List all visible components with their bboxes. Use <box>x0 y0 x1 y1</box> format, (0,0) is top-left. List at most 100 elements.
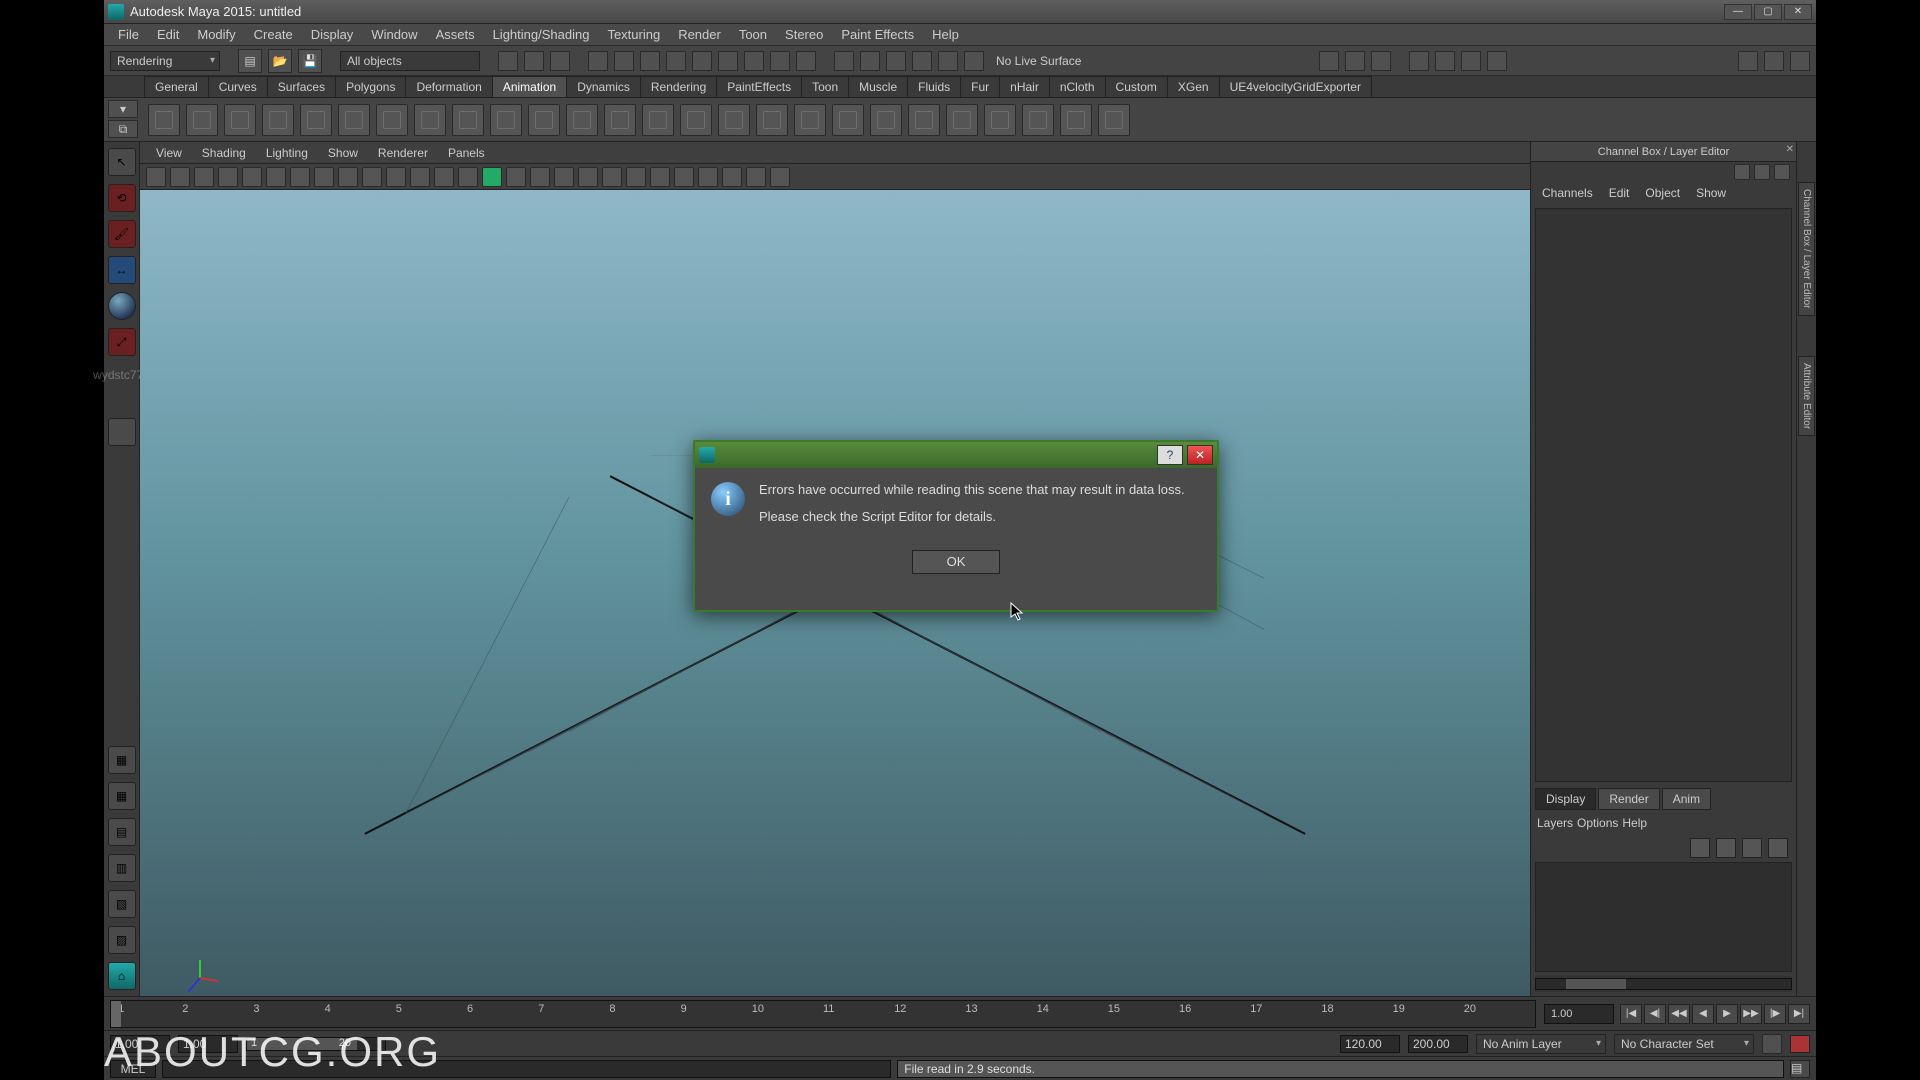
mask-2-icon[interactable] <box>614 51 634 71</box>
save-scene-icon[interactable]: 💾 <box>298 49 322 73</box>
history-off-icon[interactable] <box>1345 51 1365 71</box>
shelf-icon[interactable] <box>338 104 370 136</box>
panel-icon[interactable] <box>170 167 190 187</box>
shelf-icon[interactable] <box>566 104 598 136</box>
panel-menu-lighting[interactable]: Lighting <box>258 144 316 162</box>
panel-menu-shading[interactable]: Shading <box>194 144 254 162</box>
cb-icon[interactable] <box>1734 164 1750 180</box>
shelf-icon[interactable] <box>414 104 446 136</box>
current-time-marker[interactable] <box>111 1001 121 1027</box>
shelf-icon[interactable] <box>794 104 826 136</box>
mask-5-icon[interactable] <box>692 51 712 71</box>
side-tab-channelbox[interactable]: Channel Box / Layer Editor <box>1798 182 1815 316</box>
menu-display[interactable]: Display <box>303 25 362 44</box>
shelf-tab-surfaces[interactable]: Surfaces <box>267 76 336 97</box>
selection-mask-field[interactable]: All objects <box>340 51 480 71</box>
shelf-tab-toon[interactable]: Toon <box>801 76 849 97</box>
shelf-tab-curves[interactable]: Curves <box>208 76 268 97</box>
layer-tab-render[interactable]: Render <box>1598 788 1659 810</box>
modeling-toolkit-icon[interactable] <box>1764 51 1784 71</box>
cb-menu-edit[interactable]: Edit <box>1602 184 1637 202</box>
layer-new-selected-icon[interactable] <box>1716 838 1736 858</box>
account-icon[interactable] <box>1738 51 1758 71</box>
panel-icon[interactable] <box>506 167 526 187</box>
layer-menu-options[interactable]: Options <box>1577 816 1618 830</box>
shelf-tab-animation[interactable]: Animation <box>492 76 567 97</box>
shelf-tab-polygons[interactable]: Polygons <box>335 76 406 97</box>
shelf-icon[interactable] <box>1022 104 1054 136</box>
layer-menu-help[interactable]: Help <box>1622 816 1647 830</box>
shelf-tab-fluids[interactable]: Fluids <box>907 76 961 97</box>
panel-menu-renderer[interactable]: Renderer <box>370 144 436 162</box>
menu-help[interactable]: Help <box>924 25 967 44</box>
snap-live-icon[interactable] <box>938 51 958 71</box>
panel-icon[interactable] <box>434 167 454 187</box>
cb-icon[interactable] <box>1754 164 1770 180</box>
select-tool-icon[interactable]: ↖ <box>108 148 136 176</box>
last-tool-icon[interactable] <box>108 418 136 446</box>
shelf-editor-icon[interactable]: ⧉ <box>108 120 138 138</box>
script-editor-icon[interactable]: ▤ <box>1790 1060 1810 1078</box>
menu-paint-effects[interactable]: Paint Effects <box>833 25 922 44</box>
menu-stereo[interactable]: Stereo <box>777 25 831 44</box>
shelf-icon[interactable] <box>186 104 218 136</box>
maximize-button[interactable]: ▢ <box>1754 4 1782 20</box>
shelf-icon[interactable] <box>870 104 902 136</box>
shelf-icon[interactable] <box>984 104 1016 136</box>
play-forward-icon[interactable]: ▶ <box>1716 1004 1738 1024</box>
step-back-key-icon[interactable]: ◀| <box>1644 1004 1666 1024</box>
range-end-outer[interactable]: 200.00 <box>1408 1035 1468 1053</box>
shelf-icon[interactable] <box>1060 104 1092 136</box>
snap-curve-icon[interactable] <box>860 51 880 71</box>
menu-toon[interactable]: Toon <box>731 25 775 44</box>
shelf-tab-painteffects[interactable]: PaintEffects <box>716 76 802 97</box>
hypershade-icon[interactable] <box>1461 51 1481 71</box>
step-forward-key-icon[interactable]: |▶ <box>1764 1004 1786 1024</box>
panel-icon[interactable] <box>722 167 742 187</box>
shelf-icon[interactable] <box>604 104 636 136</box>
layer-list[interactable] <box>1535 862 1792 972</box>
panel-icon[interactable] <box>266 167 286 187</box>
layer-new-empty-icon[interactable] <box>1690 838 1710 858</box>
shelf-tab-muscle[interactable]: Muscle <box>848 76 908 97</box>
maya-home-icon[interactable]: ⌂ <box>108 962 136 990</box>
shelf-tab-fur[interactable]: Fur <box>960 76 1000 97</box>
menu-edit[interactable]: Edit <box>149 25 187 44</box>
panel-icon[interactable] <box>674 167 694 187</box>
shelf-tab-xgen[interactable]: XGen <box>1167 76 1220 97</box>
side-tab-attribute-editor[interactable]: Attribute Editor <box>1798 356 1815 436</box>
layout-single-icon[interactable]: ▦ <box>108 746 136 774</box>
dialog-ok-button[interactable]: OK <box>912 550 1000 574</box>
shelf-tab-nhair[interactable]: nHair <box>999 76 1050 97</box>
mask-7-icon[interactable] <box>744 51 764 71</box>
shelf-icon[interactable] <box>642 104 674 136</box>
layout-persp-graph-icon[interactable]: ▧ <box>108 890 136 918</box>
render-frame-icon[interactable] <box>1371 51 1391 71</box>
sel-hierarchy-icon[interactable] <box>498 51 518 71</box>
shelf-icon[interactable] <box>756 104 788 136</box>
shelf-tab-custom[interactable]: Custom <box>1105 76 1168 97</box>
autokey-toggle-icon[interactable] <box>1762 1034 1782 1054</box>
panel-icon[interactable] <box>338 167 358 187</box>
make-live-icon[interactable] <box>964 51 984 71</box>
panel-icon[interactable] <box>554 167 574 187</box>
step-back-icon[interactable]: ◀◀ <box>1668 1004 1690 1024</box>
shelf-icon[interactable] <box>224 104 256 136</box>
sel-object-icon[interactable] <box>524 51 544 71</box>
anim-layer-dropdown[interactable]: No Anim Layer <box>1476 1034 1606 1054</box>
time-slider[interactable]: 1 2 3 4 5 6 7 8 9 10 11 12 13 14 15 16 1… <box>104 996 1816 1030</box>
shelf-icon[interactable] <box>1098 104 1130 136</box>
ipr-render-icon[interactable] <box>1409 51 1429 71</box>
range-end-inner[interactable]: 120.00 <box>1340 1035 1400 1053</box>
shelf-tab-general[interactable]: General <box>144 76 209 97</box>
panel-icon[interactable] <box>386 167 406 187</box>
cb-menu-show[interactable]: Show <box>1689 184 1733 202</box>
panel-icon[interactable] <box>458 167 478 187</box>
panel-icon[interactable] <box>410 167 430 187</box>
cb-menu-object[interactable]: Object <box>1638 184 1687 202</box>
menu-assets[interactable]: Assets <box>428 25 483 44</box>
shelf-icon[interactable] <box>452 104 484 136</box>
panel-icon[interactable] <box>362 167 382 187</box>
layer-up-icon[interactable] <box>1742 838 1762 858</box>
menu-render[interactable]: Render <box>670 25 729 44</box>
